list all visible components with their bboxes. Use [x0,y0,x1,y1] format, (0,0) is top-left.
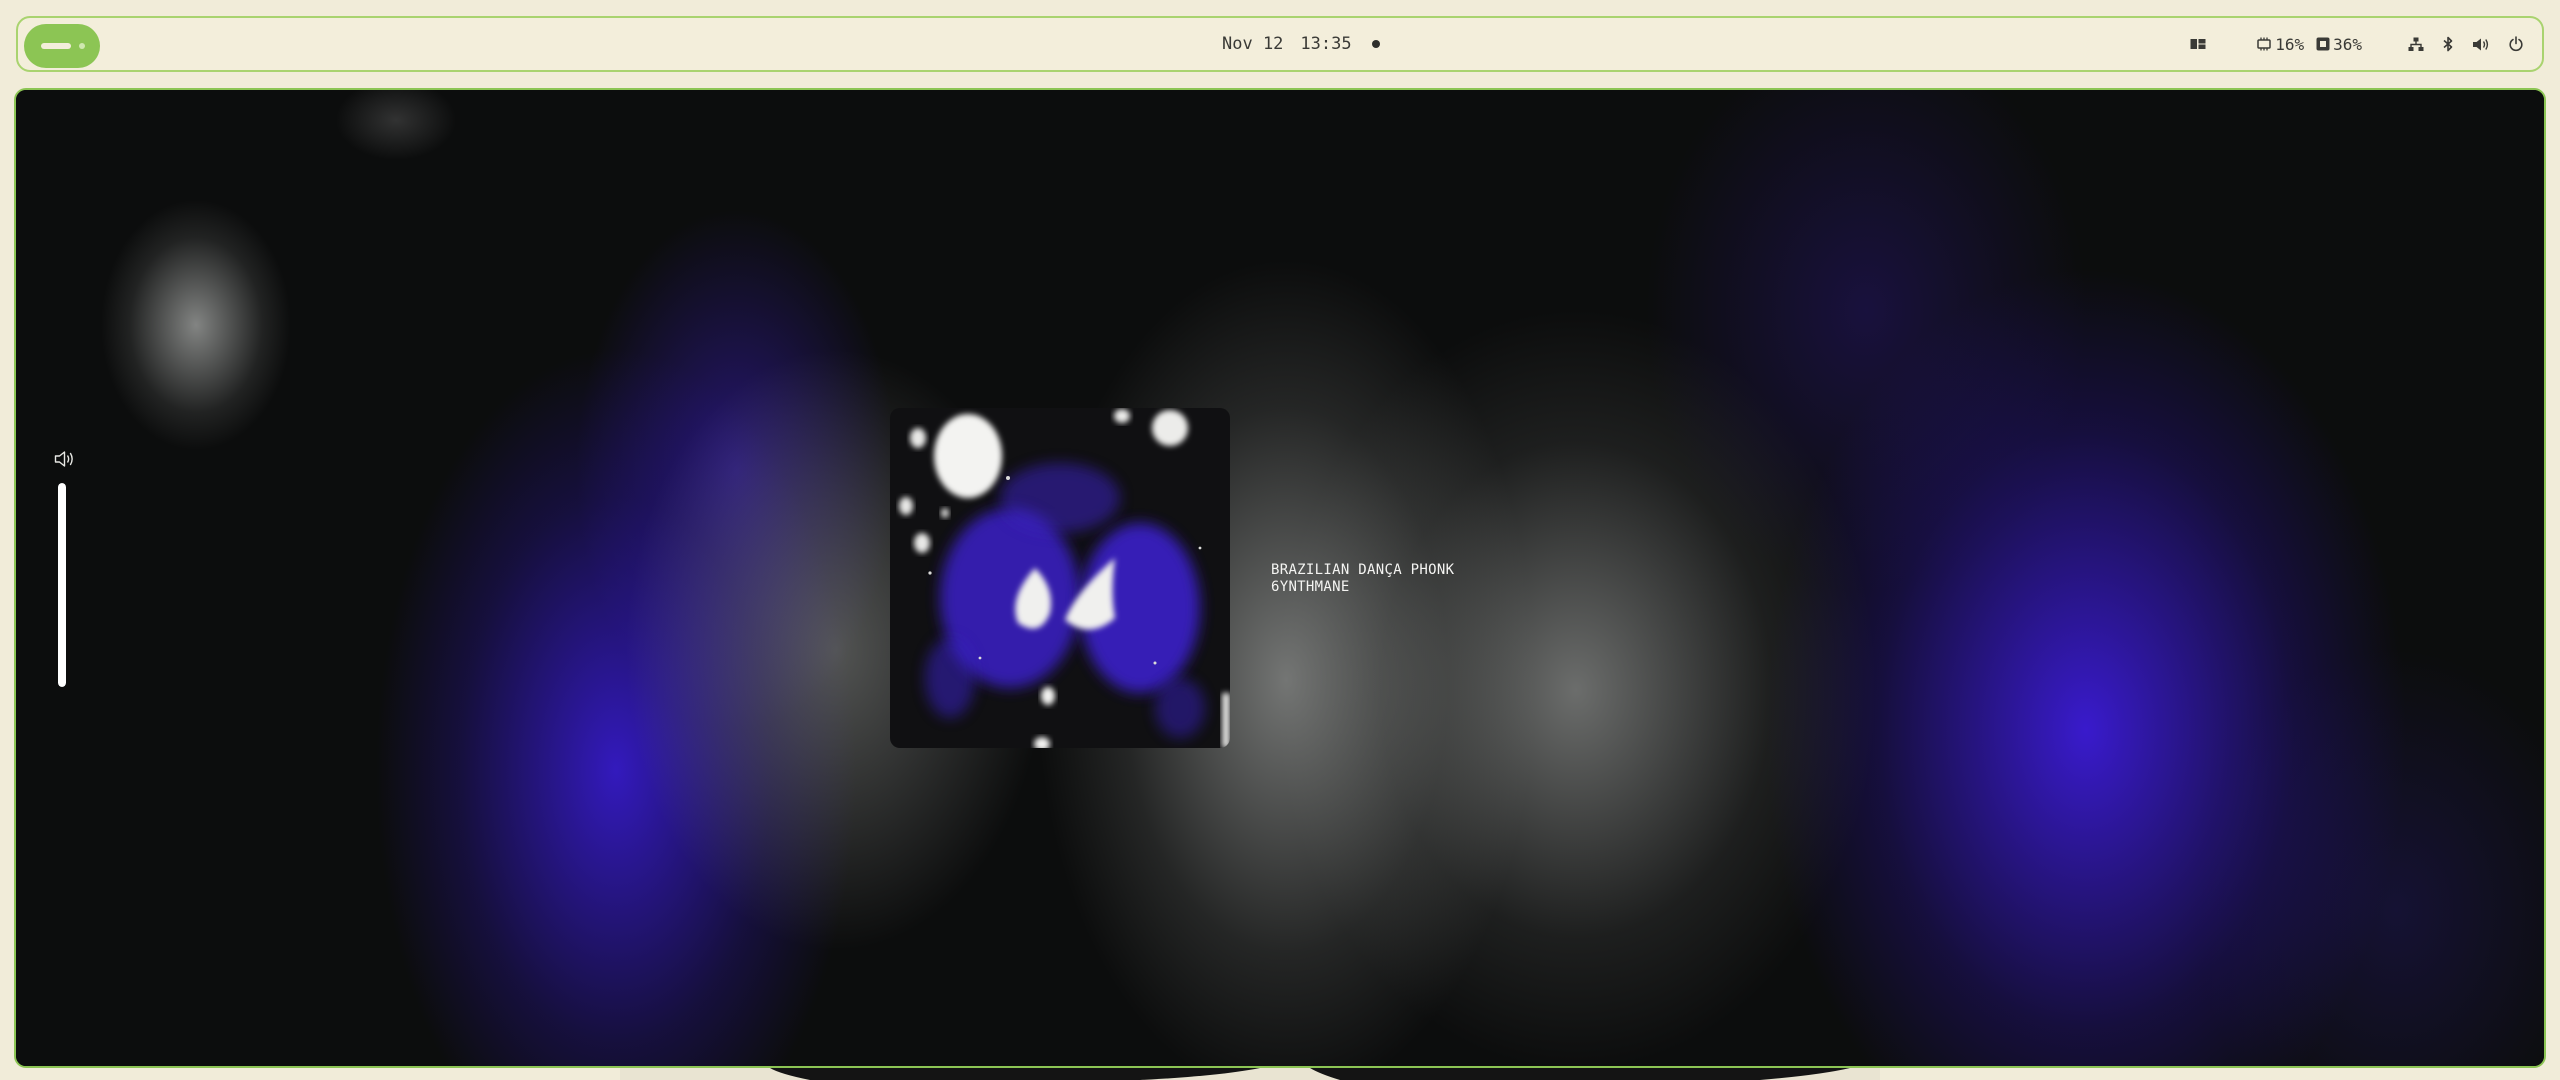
date-label: Nov 12 [1222,34,1284,54]
time-label: 13:35 [1300,34,1352,54]
power-icon[interactable] [2508,36,2524,52]
memory-icon [2316,37,2330,51]
cpu-percent: 16% [2275,34,2305,54]
bluetooth-icon[interactable] [2442,36,2454,52]
clock[interactable]: Nov 12 13:35 [1222,18,1380,70]
track-artist: 6YNTHMANE [1271,579,1350,595]
media-panel: BRAZILIAN DANÇA PHONK 6YNTHMANE [14,88,2546,1068]
memory-percent: 36% [2333,34,2362,54]
system-tray: 16% 36% [2190,18,2524,70]
track-info: BRAZILIAN DANÇA PHONK 6YNTHMANE [1271,562,1454,596]
speaker-icon[interactable] [2472,37,2490,52]
volume-slider[interactable] [58,483,66,687]
album-art [890,408,1230,748]
workspace-indicator[interactable] [24,24,100,68]
workspace-dot[interactable] [79,43,85,49]
status-dot-icon [1371,40,1380,48]
volume-slider-fill [58,483,66,687]
workspace-active-marker[interactable] [41,43,71,49]
network-icon[interactable] [2408,37,2424,52]
top-bar: Nov 12 13:35 16% 36% [16,16,2544,72]
cpu-icon [2256,37,2272,51]
volume-icon[interactable] [54,450,76,472]
memory-status[interactable]: 36% [2316,35,2362,54]
track-title: BRAZILIAN DANÇA PHONK [1271,562,1455,578]
wallpaper-peek [620,1068,1880,1080]
layout-icon[interactable] [2190,38,2206,50]
cpu-status[interactable]: 16% [2256,35,2304,54]
